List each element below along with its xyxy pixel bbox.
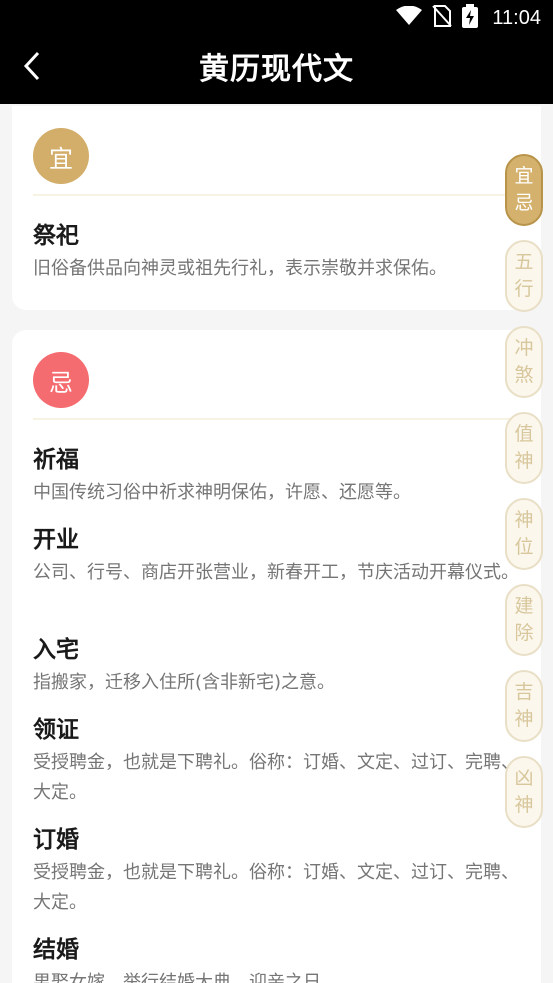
side-nav-label: 行	[514, 278, 534, 300]
entry-name: 结婚	[33, 937, 79, 963]
battery-charging-icon	[462, 4, 479, 32]
side-nav-jianchu[interactable]: 建 除	[505, 584, 543, 656]
side-nav-label: 神	[514, 708, 534, 730]
ji-badge: 忌	[33, 352, 89, 408]
divider	[33, 418, 523, 420]
entry-desc: 中国传统习俗中祈求神明保佑，许愿、还愿等。	[33, 482, 411, 503]
side-nav-chongsha[interactable]: 冲 煞	[505, 326, 543, 398]
side-nav-label: 除	[514, 622, 534, 644]
side-nav-label: 吉	[514, 681, 534, 703]
list-item: 领证 受授聘金，也就是下聘礼。俗称：订婚、文定、过订、完聘、大定。	[33, 714, 521, 808]
side-nav-label: 建	[514, 595, 534, 617]
entry-desc: 公司、行号、商店开张营业，新春开工，节庆活动开幕仪式。	[33, 562, 519, 583]
side-nav-xiongshen[interactable]: 凶 神	[505, 756, 543, 828]
side-nav-label: 凶	[514, 767, 534, 789]
side-nav-label: 神	[514, 450, 534, 472]
yi-card: 宜 祭祀 旧俗备供品向神灵或祖先行礼，表示崇敬并求保佑。	[12, 106, 541, 310]
list-item: 结婚 男娶女嫁，举行结婚大典，迎亲之日。	[33, 934, 521, 983]
side-nav-label: 忌	[514, 192, 534, 214]
side-nav-label: 神	[514, 509, 534, 531]
entry-desc: 受授聘金，也就是下聘礼。俗称：订婚、文定、过订、完聘、大定。	[33, 862, 519, 913]
list-item: 祈福 中国传统习俗中祈求神明保佑，许愿、还愿等。	[33, 444, 521, 508]
list-item: 订婚 受授聘金，也就是下聘礼。俗称：订婚、文定、过订、完聘、大定。	[33, 824, 521, 918]
entry-desc: 旧俗备供品向神灵或祖先行礼，表示崇敬并求保佑。	[33, 258, 447, 279]
side-nav-label: 冲	[514, 337, 534, 359]
side-nav-wuxing[interactable]: 五 行	[505, 240, 543, 312]
side-nav-jishen[interactable]: 吉 神	[505, 670, 543, 742]
entry-name: 领证	[33, 717, 79, 743]
status-icons: 11:04	[396, 0, 541, 36]
yi-badge: 宜	[33, 128, 89, 184]
no-sim-icon	[432, 5, 453, 31]
entry-name: 订婚	[33, 827, 79, 853]
side-nav-shenwei[interactable]: 神 位	[505, 498, 543, 570]
side-nav-label: 煞	[514, 364, 534, 386]
side-nav-zhishen[interactable]: 值 神	[505, 412, 543, 484]
page-title: 黄历现代文	[199, 52, 354, 87]
side-nav-label: 五	[514, 251, 534, 273]
entry-desc: 受授聘金，也就是下聘礼。俗称：订婚、文定、过订、完聘、大定。	[33, 752, 519, 803]
side-nav-label: 宜	[514, 165, 534, 187]
side-nav-yiji[interactable]: 宜 忌	[505, 154, 543, 226]
status-time: 11:04	[492, 6, 541, 29]
ji-card: 忌 祈福 中国传统习俗中祈求神明保佑，许愿、还愿等。 开业 公司、行号、商店开张…	[12, 330, 541, 983]
list-item: 入宅 指搬家，迁移入住所(含非新宅)之意。	[33, 634, 521, 698]
side-nav-label: 位	[514, 536, 534, 558]
entry-name: 祈福	[33, 447, 79, 473]
entry-desc: 指搬家，迁移入住所(含非新宅)之意。	[33, 672, 336, 693]
list-item: 开业 公司、行号、商店开张营业，新春开工，节庆活动开幕仪式。	[33, 524, 521, 588]
content-scroll[interactable]: 宜 祭祀 旧俗备供品向神灵或祖先行礼，表示崇敬并求保佑。 忌 祈福 中国传统习俗…	[0, 104, 553, 983]
entry-desc: 男娶女嫁，举行结婚大典，迎亲之日。	[33, 972, 339, 983]
wifi-icon	[396, 5, 423, 30]
entry-name: 入宅	[33, 637, 79, 663]
list-item: 祭祀 旧俗备供品向神灵或祖先行礼，表示崇敬并求保佑。	[33, 220, 521, 284]
entry-name: 祭祀	[33, 223, 79, 249]
side-nav-label: 值	[514, 423, 534, 445]
divider	[33, 194, 523, 196]
status-bar: 11:04	[0, 0, 553, 36]
side-nav-label: 神	[514, 794, 534, 816]
entry-name: 开业	[33, 527, 79, 553]
app-bar: 黄历现代文	[0, 36, 553, 104]
